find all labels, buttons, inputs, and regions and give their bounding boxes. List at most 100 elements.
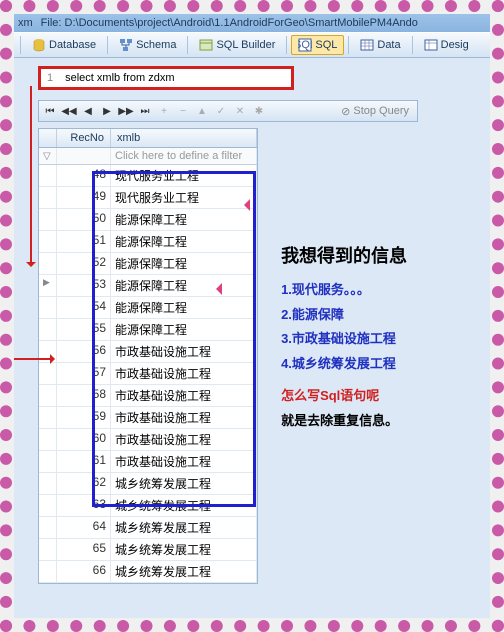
- table-row[interactable]: 66城乡统筹发展工程: [39, 561, 257, 583]
- table-row[interactable]: 62城乡统筹发展工程: [39, 473, 257, 495]
- col-xmlb[interactable]: xmlb: [111, 129, 257, 147]
- cell-xmlb: 城乡统筹发展工程: [111, 517, 257, 538]
- row-indicator: [39, 407, 57, 428]
- database-icon: [32, 38, 46, 52]
- design-icon: [424, 38, 438, 52]
- menu-file[interactable]: File: D:\Documents\project\Android\1.1An…: [41, 17, 418, 29]
- database-button[interactable]: Database: [25, 35, 103, 55]
- row-indicator: [39, 187, 57, 208]
- prev-button[interactable]: ◀: [79, 102, 97, 120]
- cell-recno: 66: [57, 561, 111, 582]
- sql-text: select xmlb from zdxm: [65, 72, 174, 84]
- prev-page-button[interactable]: ◀◀: [60, 102, 78, 120]
- row-indicator: [39, 253, 57, 274]
- table-row[interactable]: 58市政基础设施工程: [39, 385, 257, 407]
- cell-recno: 60: [57, 429, 111, 450]
- table-row[interactable]: 57市政基础设施工程: [39, 363, 257, 385]
- row-indicator: [39, 231, 57, 252]
- table-row[interactable]: 61市政基础设施工程: [39, 451, 257, 473]
- row-indicator: [39, 319, 57, 340]
- row-indicator: [39, 495, 57, 516]
- cell-xmlb: 能源保障工程: [111, 297, 257, 318]
- design-button[interactable]: Desig: [417, 35, 476, 55]
- grid-header: RecNo xmlb: [39, 129, 257, 148]
- table-row[interactable]: ▶53能源保障工程: [39, 275, 257, 297]
- data-button[interactable]: Data: [353, 35, 407, 55]
- row-indicator: ▶: [39, 275, 57, 296]
- cell-recno: 61: [57, 451, 111, 472]
- pink-arrow-icon: [238, 199, 250, 211]
- table-row[interactable]: 60市政基础设施工程: [39, 429, 257, 451]
- row-indicator: [39, 429, 57, 450]
- cell-recno: 51: [57, 231, 111, 252]
- cell-xmlb: 能源保障工程: [111, 275, 257, 296]
- record-navigator: ⏮ ◀◀ ◀ ▶ ▶▶ ⏭ + − ▲ ✓ ✕ ✱ ⊘Stop Query: [38, 100, 418, 122]
- table-row[interactable]: 65城乡统筹发展工程: [39, 539, 257, 561]
- cell-xmlb: 市政基础设施工程: [111, 429, 257, 450]
- main-toolbar: Database Schema SQL Builder SQLSQL Data …: [14, 32, 490, 58]
- filter-row[interactable]: ▽ Click here to define a filter: [39, 148, 257, 165]
- builder-icon: [199, 38, 213, 52]
- row-indicator: [39, 363, 57, 384]
- result-grid[interactable]: RecNo xmlb ▽ Click here to define a filt…: [38, 128, 258, 584]
- cell-recno: 54: [57, 297, 111, 318]
- row-indicator: [39, 517, 57, 538]
- last-button[interactable]: ⏭: [136, 102, 154, 120]
- check-button[interactable]: ✓: [212, 102, 230, 120]
- table-row[interactable]: 50能源保障工程: [39, 209, 257, 231]
- info-item: 3.市政基础设施工程: [281, 327, 451, 352]
- cell-recno: 49: [57, 187, 111, 208]
- table-row[interactable]: 49现代服务业工程: [39, 187, 257, 209]
- cell-recno: 62: [57, 473, 111, 494]
- sql-builder-button[interactable]: SQL Builder: [192, 35, 282, 55]
- row-indicator: [39, 165, 57, 186]
- info-question: 怎么写Sql语句呢: [281, 385, 451, 404]
- annotation-panel: 我想得到的信息 1.现代服务。。。 2.能源保障 3.市政基础设施工程 4.城乡…: [281, 242, 451, 429]
- table-row[interactable]: 52能源保障工程: [39, 253, 257, 275]
- table-row[interactable]: 55能源保障工程: [39, 319, 257, 341]
- row-indicator: [39, 451, 57, 472]
- cancel-button[interactable]: ✕: [231, 102, 249, 120]
- row-indicator: [39, 539, 57, 560]
- title-bar: xm File: D:\Documents\project\Android\1.…: [14, 14, 490, 32]
- add-button[interactable]: +: [155, 102, 173, 120]
- cell-xmlb: 能源保障工程: [111, 231, 257, 252]
- data-icon: [360, 38, 374, 52]
- sql-icon: SQL: [298, 38, 312, 52]
- col-recno[interactable]: RecNo: [57, 129, 111, 147]
- table-row[interactable]: 54能源保障工程: [39, 297, 257, 319]
- arrow-right-icon: [14, 358, 54, 360]
- schema-icon: [119, 38, 133, 52]
- sql-editor[interactable]: 1 select xmlb from zdxm: [38, 66, 294, 90]
- table-row[interactable]: 63城乡统筹发展工程: [39, 495, 257, 517]
- sql-tab[interactable]: SQLSQL: [291, 35, 344, 55]
- table-row[interactable]: 59市政基础设施工程: [39, 407, 257, 429]
- next-button[interactable]: ▶: [98, 102, 116, 120]
- cell-xmlb: 市政基础设施工程: [111, 385, 257, 406]
- schema-button[interactable]: Schema: [112, 35, 183, 55]
- info-item: 2.能源保障: [281, 303, 451, 328]
- cell-recno: 56: [57, 341, 111, 362]
- table-row[interactable]: 48现代服务业工程: [39, 165, 257, 187]
- first-button[interactable]: ⏮: [41, 102, 59, 120]
- info-item: 1.现代服务。。。: [281, 278, 451, 303]
- edit-button[interactable]: ▲: [193, 102, 211, 120]
- remove-button[interactable]: −: [174, 102, 192, 120]
- line-number: 1: [47, 72, 53, 84]
- table-row[interactable]: 51能源保障工程: [39, 231, 257, 253]
- table-row[interactable]: 64城乡统筹发展工程: [39, 517, 257, 539]
- cell-recno: 65: [57, 539, 111, 560]
- table-row[interactable]: 56市政基础设施工程: [39, 341, 257, 363]
- cell-recno: 58: [57, 385, 111, 406]
- cell-xmlb: 能源保障工程: [111, 319, 257, 340]
- next-page-button[interactable]: ▶▶: [117, 102, 135, 120]
- info-answer: 就是去除重复信息。: [281, 410, 451, 429]
- info-title: 我想得到的信息: [281, 242, 451, 268]
- menu-xm[interactable]: xm: [18, 17, 33, 29]
- row-indicator: [39, 209, 57, 230]
- svg-text:SQL: SQL: [298, 39, 312, 51]
- cell-xmlb: 城乡统筹发展工程: [111, 539, 257, 560]
- stop-query-button[interactable]: ⊘Stop Query: [335, 105, 415, 118]
- stop-icon: ⊘: [341, 105, 350, 118]
- refresh-button[interactable]: ✱: [250, 102, 268, 120]
